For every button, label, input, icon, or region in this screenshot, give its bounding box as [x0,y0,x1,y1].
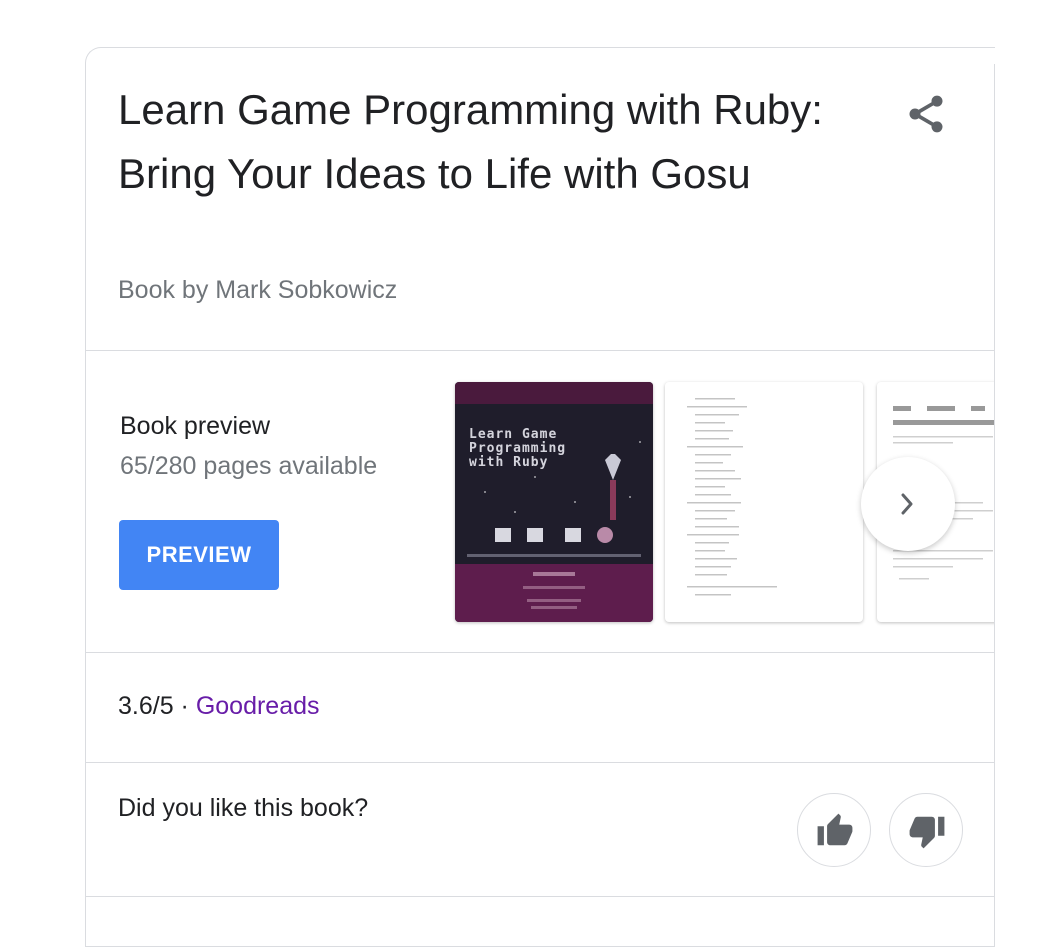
divider [86,350,995,351]
next-page-button[interactable] [861,457,955,551]
rating-score: 3.6/5 [118,692,174,720]
divider [86,652,995,653]
share-button[interactable] [904,92,948,136]
rating-separator: · [173,692,196,720]
toc-page-lines [687,398,777,596]
share-icon [909,95,943,133]
book-page-thumbnail[interactable] [665,382,863,622]
book-title: Learn Game Programming with Ruby: Bring … [118,86,823,197]
divider [86,762,995,763]
book-cover-thumbnail[interactable]: Learn Game Programming with Ruby [455,382,653,622]
knowledge-panel-card: Learn Game Programming with Ruby: Bring … [85,47,995,947]
book-preview-label: Book preview [120,412,271,440]
like-button[interactable] [797,793,871,867]
chevron-right-icon [901,493,913,515]
cover-bottom-band [455,564,653,622]
goodreads-link[interactable]: Goodreads [196,692,320,720]
thumbs-down-icon [909,816,945,849]
feedback-question: Did you like this book? [118,794,369,822]
book-author-subtitle: Book by Mark Sobkowicz [118,276,398,304]
rating-row: 3.6/5 · Goodreads [118,692,320,721]
pages-available-label: 65/280 pages available [120,452,378,480]
thumbs-up-icon [817,813,853,846]
dislike-button[interactable] [889,793,963,867]
preview-button[interactable]: PREVIEW [119,520,279,590]
divider [86,896,995,897]
cover-publisher-text [523,572,585,609]
